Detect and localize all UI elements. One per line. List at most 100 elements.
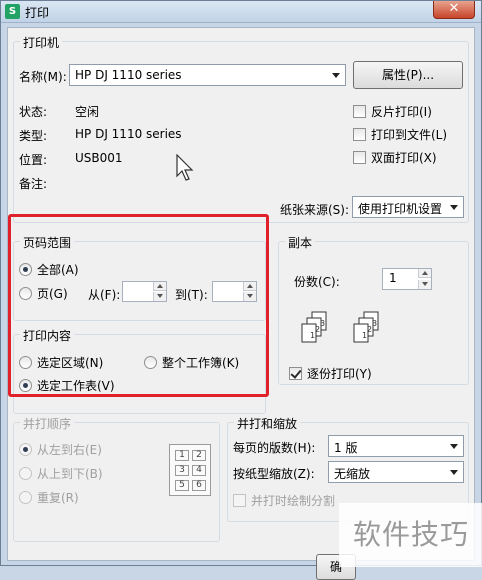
scale-to-paper-select[interactable]: 无缩放	[328, 461, 464, 483]
range-pages-radio[interactable]: 页(G)	[19, 285, 68, 302]
from-label: 从(F):	[88, 288, 121, 302]
left-to-right-label: 从左到右(E)	[37, 443, 102, 457]
repeat-radio[interactable]: 重复(R)	[19, 489, 79, 506]
print-to-file-checkbox[interactable]: 打印到文件(L)	[353, 126, 447, 143]
type-value: HP DJ 1110 series	[75, 127, 182, 141]
grid-cell: 5	[175, 480, 189, 491]
paper-source-label: 纸张来源(S):	[280, 203, 350, 217]
copies-count-value: 1	[389, 271, 397, 285]
repeat-label: 重复(R)	[37, 491, 79, 505]
collate-label: 逐份打印(Y)	[307, 367, 372, 381]
checkbox-box	[353, 151, 366, 164]
grid-cell: 6	[192, 480, 206, 491]
left-to-right-radio[interactable]: 从左到右(E)	[19, 441, 102, 458]
checkbox-box	[353, 128, 366, 141]
printer-group-title: 打印机	[20, 34, 63, 51]
status-label: 状态:	[19, 105, 48, 119]
reverse-print-checkbox[interactable]: 反片打印(I)	[353, 103, 432, 120]
checkbox-box	[353, 105, 366, 118]
window-title: 打印	[25, 6, 50, 20]
paper-source-select[interactable]: 使用打印机设置	[352, 196, 464, 218]
selected-sheet-radio[interactable]: 选定工作表(V)	[19, 377, 115, 394]
entire-workbook-radio[interactable]: 整个工作簿(K)	[144, 354, 239, 371]
page-range-title: 页码范围	[20, 234, 75, 251]
draw-borders-label: 并打时绘制分割	[251, 494, 336, 508]
radio-circle	[19, 287, 32, 300]
collate-page-1: 1	[310, 331, 315, 340]
radio-circle	[19, 379, 32, 392]
copies-count-label: 份数(C):	[294, 275, 340, 289]
copies-count-input[interactable]: 1	[382, 268, 432, 290]
to-page-input[interactable]	[212, 281, 257, 302]
collate-stack-icon: 3 2 1	[301, 311, 327, 343]
chevron-down-icon	[450, 205, 458, 210]
title-bar: S 打印 ✕	[1, 1, 481, 23]
printer-name-label: 名称(M):	[19, 70, 67, 84]
status-value: 空闲	[75, 105, 100, 119]
radio-circle	[19, 356, 32, 369]
grid-cell: 1	[175, 450, 189, 461]
radio-circle	[19, 467, 32, 480]
properties-button[interactable]: 属性(P)...	[353, 61, 463, 89]
spin-up-icon[interactable]	[243, 282, 256, 291]
chevron-down-icon	[450, 444, 458, 449]
collate-stack-icon: 3 2 1	[353, 311, 379, 343]
spin-down-icon[interactable]	[243, 292, 256, 301]
radio-circle	[19, 443, 32, 456]
wps-app-icon: S	[5, 4, 20, 19]
duplex-checkbox[interactable]: 双面打印(X)	[353, 149, 437, 166]
top-to-bottom-radio[interactable]: 从上到下(B)	[19, 465, 103, 482]
spin-down-icon[interactable]	[153, 292, 166, 301]
chevron-down-icon	[332, 73, 340, 78]
print-to-file-label: 打印到文件(L)	[371, 128, 448, 142]
location-value: USB001	[75, 151, 123, 165]
selected-sheet-label: 选定工作表(V)	[37, 379, 115, 393]
printer-name-value: HP DJ 1110 series	[75, 68, 182, 82]
pages-per-sheet-select[interactable]: 1 版	[328, 435, 464, 457]
watermark: 软件技巧	[339, 503, 482, 567]
reverse-print-label: 反片打印(I)	[371, 105, 432, 119]
radio-circle	[19, 263, 32, 276]
duplex-label: 双面打印(X)	[371, 151, 437, 165]
print-content-group: 打印内容	[13, 327, 266, 414]
print-content-title: 打印内容	[20, 327, 75, 344]
grid-cell: 4	[192, 465, 206, 476]
scale-to-paper-label: 按纸型缩放(Z):	[233, 467, 315, 481]
range-all-radio[interactable]: 全部(A)	[19, 261, 79, 278]
close-button[interactable]: ✕	[433, 1, 475, 19]
draw-borders-checkbox[interactable]: 并打时绘制分割	[233, 492, 335, 509]
range-pages-label: 页(G)	[37, 287, 68, 301]
paper-source-value: 使用打印机设置	[358, 202, 443, 216]
printer-name-select[interactable]: HP DJ 1110 series	[69, 64, 346, 86]
to-label: 到(T):	[175, 288, 208, 302]
spin-down-icon[interactable]	[418, 280, 431, 289]
mouse-cursor-icon	[176, 154, 194, 181]
grid-cell: 3	[175, 465, 189, 476]
from-page-input[interactable]	[122, 281, 167, 302]
zoom-title: 并打和缩放	[234, 415, 301, 432]
top-to-bottom-label: 从上到下(B)	[37, 467, 103, 481]
scale-to-paper-value: 无缩放	[334, 467, 371, 481]
spin-up-icon[interactable]	[418, 269, 431, 278]
dialog-body: 打印机 名称(M): HP DJ 1110 series 属性(P)... 状态…	[7, 27, 475, 580]
comment-label: 备注:	[19, 177, 48, 191]
grid-cell: 2	[192, 450, 206, 461]
checkbox-box	[289, 367, 302, 380]
print-dialog-window: S 打印 ✕ 打印机 名称(M): HP DJ 1110 series 属性(P…	[0, 0, 482, 580]
collate-page-1: 1	[362, 331, 367, 340]
location-label: 位置:	[19, 153, 48, 167]
radio-circle	[19, 491, 32, 504]
print-order-title: 并打顺序	[20, 415, 75, 432]
copies-title: 副本	[285, 234, 316, 251]
collate-checkbox[interactable]: 逐份打印(Y)	[289, 365, 372, 382]
entire-workbook-label: 整个工作簿(K)	[162, 356, 240, 370]
radio-circle	[144, 356, 157, 369]
range-all-label: 全部(A)	[37, 263, 79, 277]
pages-per-sheet-label: 每页的版数(H):	[233, 441, 316, 455]
chevron-down-icon	[450, 470, 458, 475]
spin-up-icon[interactable]	[153, 282, 166, 291]
type-label: 类型:	[19, 129, 48, 143]
checkbox-box	[233, 494, 246, 507]
selection-radio[interactable]: 选定区域(N)	[19, 354, 103, 371]
pages-per-sheet-value: 1 版	[334, 441, 358, 455]
